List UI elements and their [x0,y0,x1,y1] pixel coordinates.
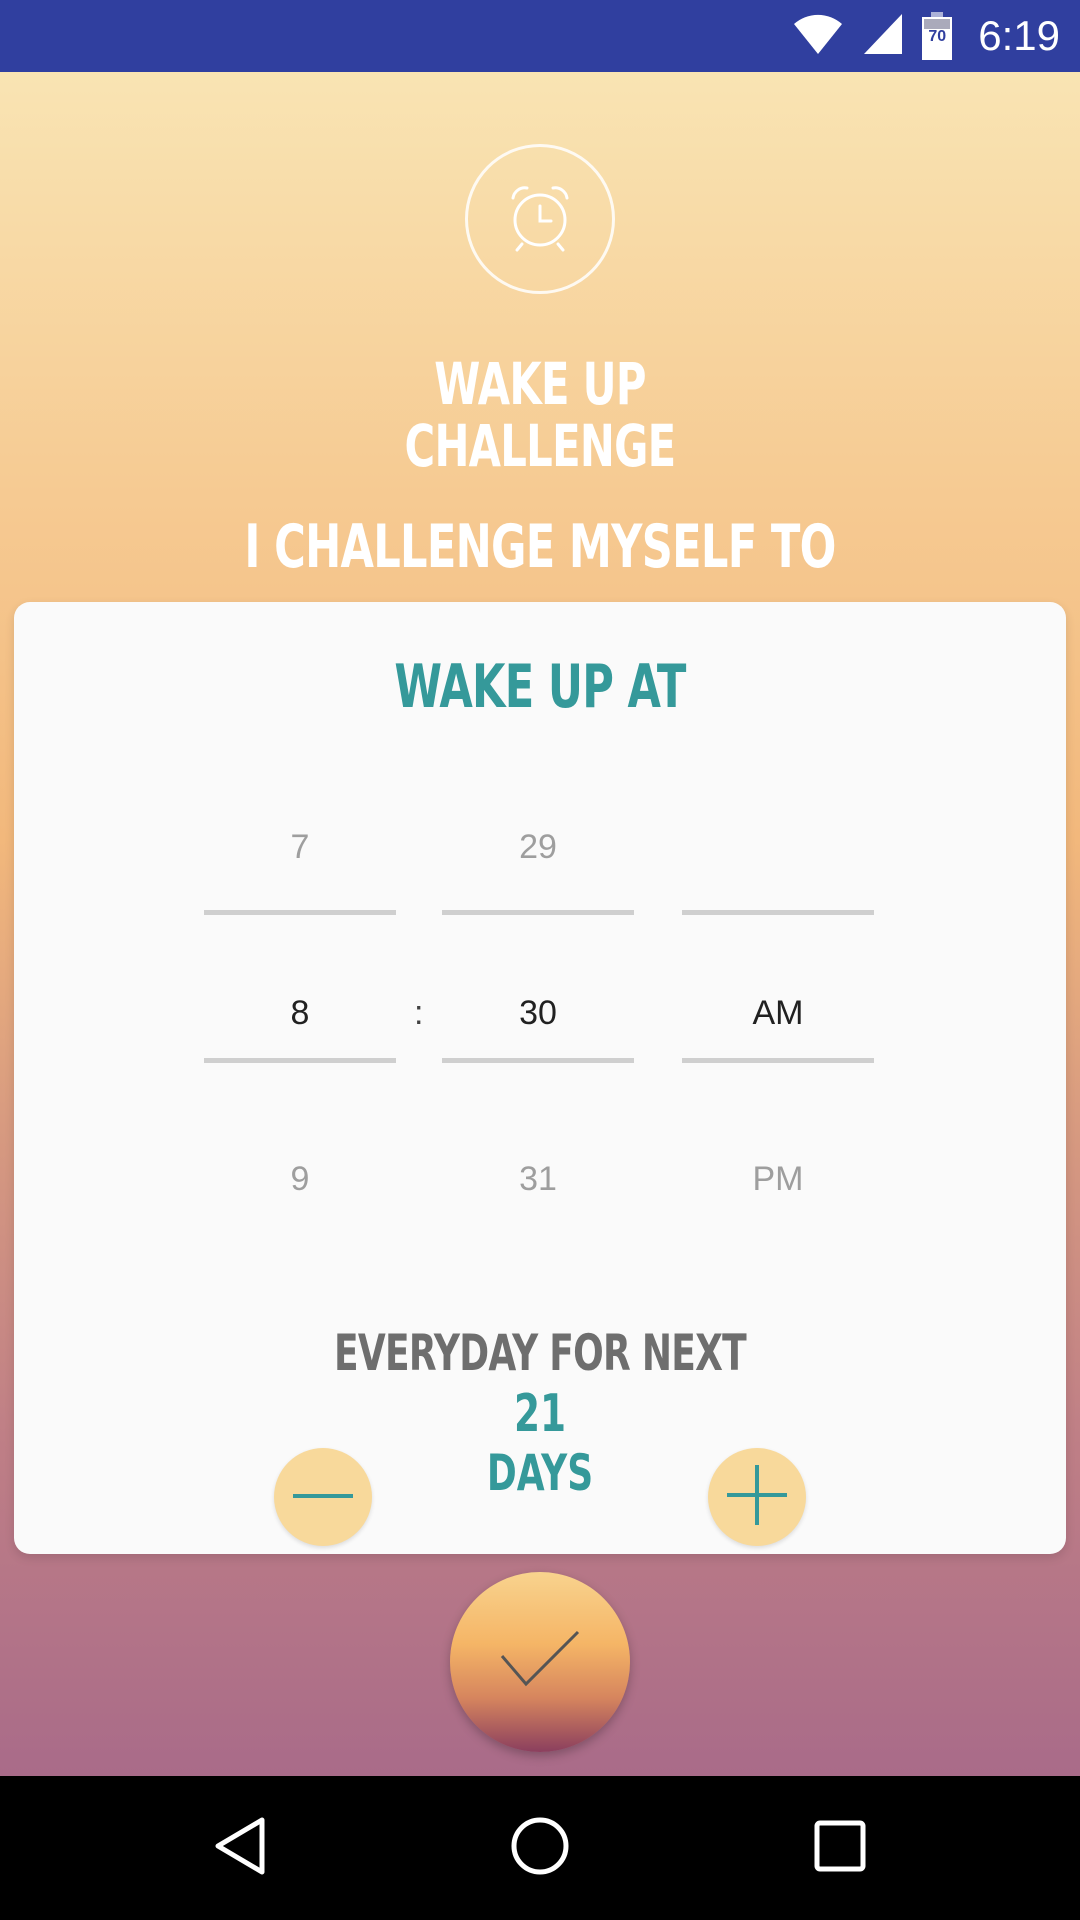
title-line-1: WAKE UP [434,350,646,418]
status-icons: 70 6:19 [792,0,1060,72]
recents-icon [814,1820,866,1877]
home-button[interactable] [480,1776,600,1920]
cell-signal-icon [862,12,904,61]
back-button[interactable] [180,1776,300,1920]
alarm-badge [465,144,615,294]
plus-icon [727,1464,787,1530]
wifi-icon [792,12,844,61]
picker-divider [442,910,634,915]
back-icon [212,1816,268,1881]
picker-divider [204,910,396,915]
battery-level: 70 [928,28,947,45]
picker-divider [682,1058,874,1063]
minute-previous[interactable]: 29 [442,828,634,867]
picker-divider [442,1058,634,1063]
confirm-button[interactable] [450,1572,630,1752]
checkmark-icon [500,1630,580,1695]
hour-selected[interactable]: 8 [204,994,396,1033]
days-count: 21 [513,1384,567,1444]
duration-label: EVERYDAY FOR NEXT [333,1324,747,1382]
period-next[interactable]: PM [682,1160,874,1199]
minute-next[interactable]: 31 [442,1160,634,1199]
increase-days-button[interactable] [708,1448,806,1546]
navigation-bar [0,1776,1080,1920]
time-separator: : [414,994,424,1032]
home-icon [510,1816,570,1881]
wake-up-card: WAKE UP AT 7 8 9 : 29 30 31 AM PM EVERYD… [14,602,1066,1554]
picker-divider [204,1058,396,1063]
recents-button[interactable] [780,1776,900,1920]
status-bar: 70 6:19 [0,0,1080,72]
hour-next[interactable]: 9 [204,1160,396,1199]
alarm-clock-icon [495,172,585,267]
picker-divider [682,910,874,915]
battery-icon: 70 [922,12,953,60]
challenge-screen: WAKE UP CHALLENGE I CHALLENGE MYSELF TO … [0,72,1080,1776]
period-selected[interactable]: AM [682,994,874,1033]
minute-selected[interactable]: 30 [442,994,634,1033]
title-line-2: CHALLENGE [404,412,677,480]
challenge-subtitle: I CHALLENGE MYSELF TO [244,512,836,582]
hour-previous[interactable]: 7 [204,828,396,867]
status-time: 6:19 [978,12,1060,59]
